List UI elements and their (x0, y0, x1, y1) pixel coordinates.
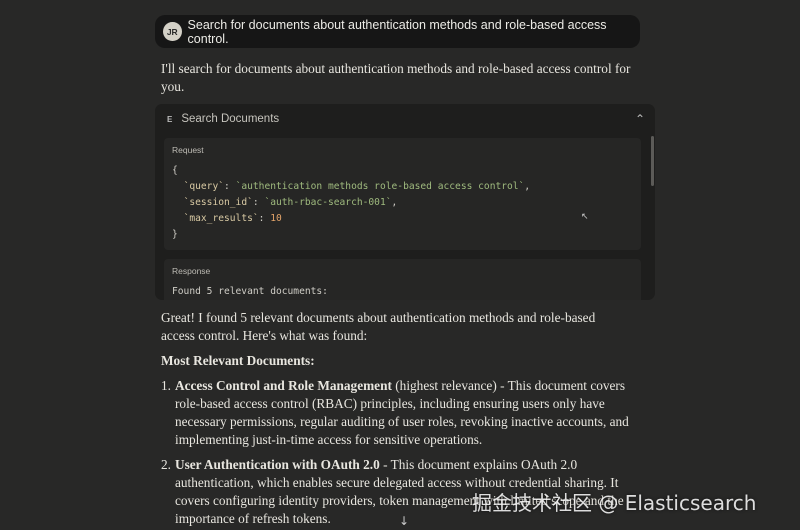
request-code: { `query`: `authentication methods role-… (172, 165, 531, 240)
response-label: Response (172, 266, 211, 276)
code-value-query: `authentication methods role-based acces… (235, 181, 525, 192)
watermark: 掘金技术社区 @ Elasticsearch (472, 491, 757, 515)
list-item-title: Access Control and Role Management (175, 378, 392, 393)
tool-icon: E (167, 114, 173, 124)
code-key-session: `session_id` (183, 197, 253, 208)
user-message-bubble: JR Search for documents about authentica… (155, 15, 640, 48)
user-avatar: JR (163, 22, 182, 41)
tool-call-title: Search Documents (181, 113, 280, 125)
code-open-brace: { (172, 165, 178, 176)
code-value-max-results: 10 (270, 213, 282, 224)
list-item-number: 2. (161, 457, 171, 472)
tool-call-panel: E Search Documents ⌃ Request { `query`: … (155, 104, 655, 300)
list-item-text: Access Control and Role Management (high… (175, 377, 637, 449)
user-message-text: Search for documents about authenticatio… (187, 17, 607, 46)
code-key-query: `query` (183, 181, 224, 192)
response-box: Response Found 5 relevant documents: (164, 259, 641, 300)
code-key-max-results: `max_results` (183, 213, 259, 224)
code-close-brace: } (172, 229, 178, 240)
chevron-up-icon[interactable]: ⌃ (635, 112, 645, 126)
response-text: Found 5 relevant documents: (172, 286, 328, 297)
tool-panel-scrollbar[interactable] (651, 136, 654, 186)
arrow-down-icon[interactable]: ↓ (399, 514, 409, 528)
tool-call-header[interactable]: E Search Documents ⌃ (155, 104, 655, 134)
mouse-pointer-icon: ↖ (581, 212, 589, 222)
request-label: Request (172, 145, 204, 155)
found-summary-text: Great! I found 5 relevant documents abou… (161, 310, 596, 343)
most-relevant-heading: Most Relevant Documents: (161, 353, 315, 368)
list-item: 1. Access Control and Role Management (h… (161, 377, 641, 449)
code-value-session: `auth-rbac-search-001` (264, 197, 392, 208)
request-box: Request { `query`: `authentication metho… (164, 138, 641, 250)
list-item-title: User Authentication with OAuth 2.0 (175, 457, 380, 472)
assistant-intro-text: I'll search for documents about authenti… (161, 61, 631, 94)
list-item-number: 1. (161, 378, 171, 393)
